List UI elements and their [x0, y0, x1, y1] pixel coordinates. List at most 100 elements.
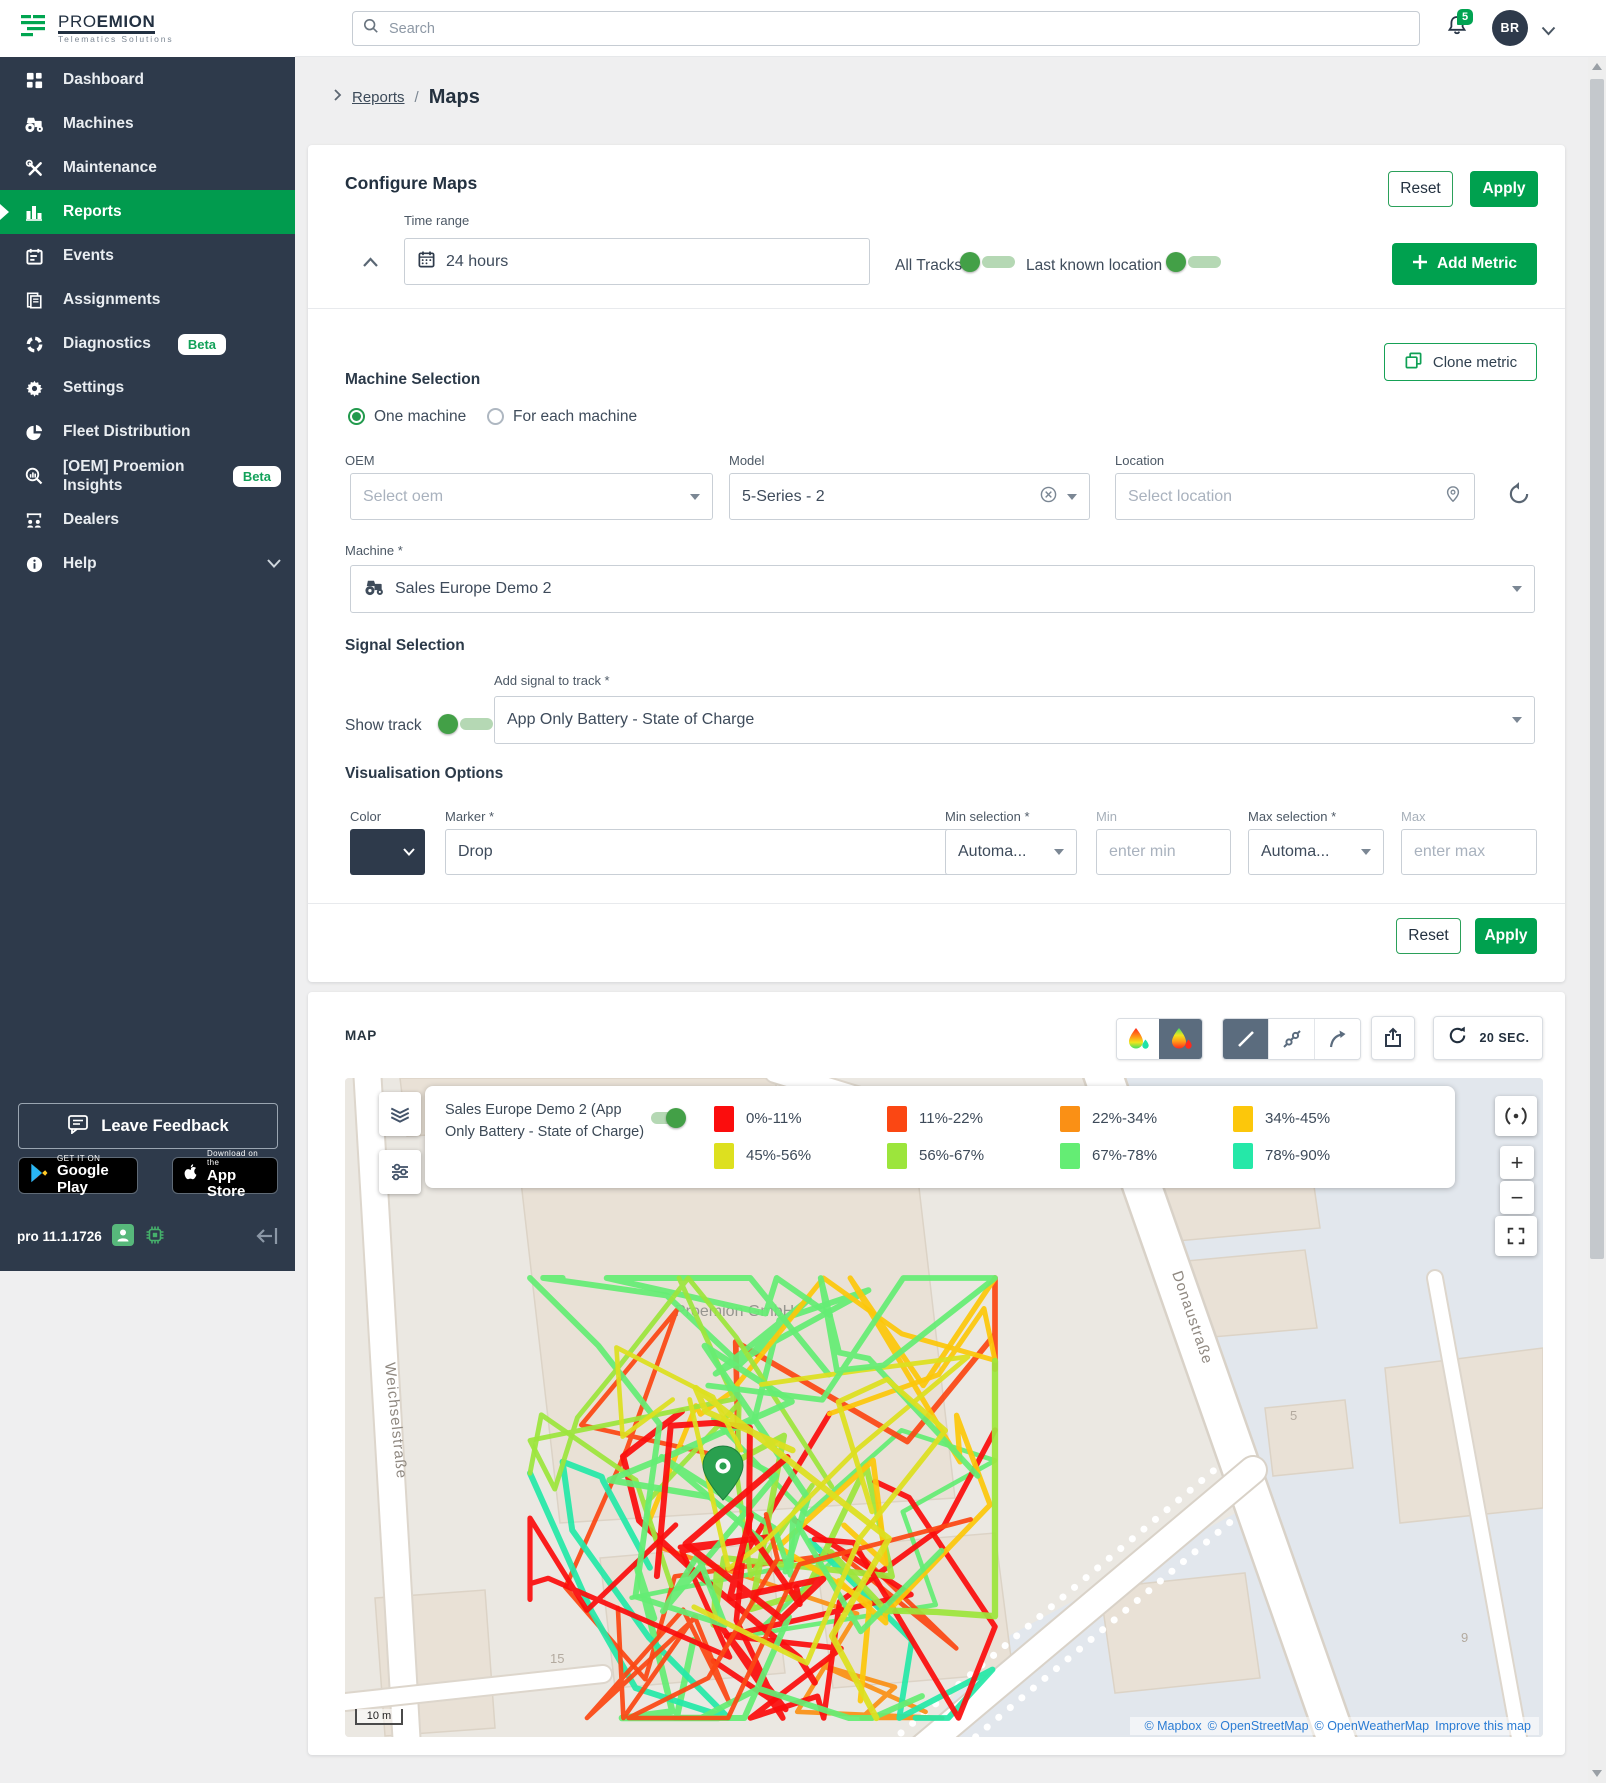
google-play-badge[interactable]: GET IT ONGoogle Play [18, 1157, 138, 1194]
version-label: pro 11.1.1726 [17, 1229, 102, 1244]
attribution-link[interactable]: © OpenWeatherMap [1315, 1719, 1430, 1733]
brand-logo[interactable]: PROEMION Telematics Solutions [0, 0, 295, 57]
insights-icon [22, 466, 46, 486]
chevron-down-icon [1054, 849, 1064, 855]
page-scrollbar[interactable] [1588, 57, 1606, 1783]
sidebar-item-fleet-distribution[interactable]: Fleet Distribution [0, 410, 295, 454]
chip-icon[interactable] [144, 1224, 166, 1249]
leave-feedback-button[interactable]: Leave Feedback [18, 1103, 278, 1149]
time-range-input[interactable]: 24 hours [404, 238, 870, 285]
map-legend: Sales Europe Demo 2 (App Only Battery - … [425, 1086, 1455, 1188]
export-map-button[interactable] [1371, 1016, 1415, 1060]
signal-select[interactable]: App Only Battery - State of Charge [494, 696, 1535, 744]
max-selection-select[interactable]: Automa... [1248, 829, 1384, 875]
sidebar-item-dealers[interactable]: Dealers [0, 498, 295, 542]
apply-button-top[interactable]: Apply [1470, 171, 1538, 207]
map-layers-button[interactable] [379, 1092, 421, 1136]
improve-this-map-link[interactable]: Improve this map [1435, 1719, 1531, 1733]
attribution-link[interactable]: © OpenStreetMap [1208, 1719, 1309, 1733]
add-metric-button[interactable]: Add Metric [1392, 243, 1537, 285]
sidebar-item-maintenance[interactable]: Maintenance [0, 146, 295, 190]
model-select[interactable]: 5-Series - 2 [729, 473, 1090, 520]
refresh-interval-button[interactable]: 20 SEC. [1433, 1016, 1543, 1060]
max-input[interactable] [1401, 829, 1537, 875]
straight-line-button[interactable] [1223, 1019, 1268, 1059]
sidebar-item-oem-proemion-insights[interactable]: [OEM] Proemion InsightsBeta [0, 454, 295, 498]
account-chevron-down-icon[interactable] [1541, 23, 1556, 41]
avatar[interactable]: BR [1492, 10, 1528, 46]
min-selection-label: Min selection * [945, 809, 1030, 824]
legend-visibility-toggle[interactable] [649, 1108, 686, 1128]
zoom-out-button[interactable]: − [1500, 1181, 1534, 1214]
min-selection-select[interactable]: Automa... [945, 829, 1077, 875]
line-with-points-button[interactable] [1268, 1019, 1314, 1059]
zoom-in-button[interactable]: + [1500, 1146, 1534, 1179]
machine-label: Machine * [345, 543, 403, 558]
oem-select[interactable]: Select oem [350, 473, 713, 520]
collapse-section-icon[interactable] [362, 255, 379, 273]
clear-model-icon[interactable] [1040, 486, 1057, 508]
color-select[interactable] [350, 829, 425, 875]
color-drops-inverted-button[interactable] [1159, 1019, 1202, 1059]
reset-filters-icon[interactable] [1506, 481, 1532, 512]
breadcrumb: Reports / Maps [333, 86, 480, 109]
breadcrumb-reports-link[interactable]: Reports [352, 89, 405, 106]
beta-badge: Beta [233, 466, 281, 487]
fullscreen-button[interactable] [1495, 1216, 1537, 1256]
clone-metric-button[interactable]: Clone metric [1384, 343, 1537, 381]
machine-select[interactable]: Sales Europe Demo 2 [350, 565, 1535, 613]
beta-badge: Beta [178, 334, 226, 355]
user-icon[interactable] [112, 1224, 134, 1249]
sidebar-item-assignments[interactable]: Assignments [0, 278, 295, 322]
scroll-down-icon[interactable] [1592, 1770, 1602, 1777]
sidebar-item-settings[interactable]: Settings [0, 366, 295, 410]
radio-one-machine[interactable] [348, 408, 365, 425]
scrollbar-thumb[interactable] [1590, 79, 1604, 1259]
tractor-icon [363, 578, 385, 601]
search-box[interactable] [352, 11, 1420, 46]
legend-swatch [714, 1106, 734, 1132]
geolocate-button[interactable] [1495, 1096, 1537, 1136]
machine-value: Sales Europe Demo 2 [395, 580, 552, 598]
grid-icon [22, 71, 46, 90]
curved-arrow-button[interactable] [1314, 1019, 1360, 1059]
show-track-label: Show track [345, 717, 422, 735]
min-input[interactable] [1096, 829, 1231, 875]
collapse-sidebar-icon[interactable] [255, 1226, 279, 1251]
color-drops-normal-button[interactable] [1117, 1019, 1159, 1059]
marker-select[interactable]: Drop [445, 829, 1029, 875]
time-range-label: Time range [404, 213, 469, 228]
app-store-badge[interactable]: Download on theApp Store [172, 1157, 278, 1194]
house-number: 15 [550, 1651, 564, 1666]
map-canvas[interactable]: Donaustraße Weichselstraße Proemion GmbH… [345, 1078, 1543, 1737]
location-placeholder: Select location [1128, 488, 1232, 506]
attribution-link[interactable]: © Mapbox [1144, 1719, 1201, 1733]
legend-range: 67%-78% [1092, 1147, 1157, 1164]
legend-range: 22%-34% [1092, 1110, 1157, 1127]
sidebar-item-help[interactable]: Help [0, 542, 295, 586]
oem-label: OEM [345, 453, 375, 468]
sidebar-item-label: Help [63, 555, 97, 573]
version-row: pro 11.1.1726 [17, 1224, 166, 1249]
topbar: 5 BR [295, 0, 1606, 57]
reset-button-bottom[interactable]: Reset [1396, 918, 1461, 954]
notifications-button[interactable]: 5 [1445, 13, 1475, 45]
apply-button-bottom[interactable]: Apply [1475, 918, 1537, 954]
sidebar-item-events[interactable]: Events [0, 234, 295, 278]
sidebar-item-diagnostics[interactable]: DiagnosticsBeta [0, 322, 295, 366]
max-selection-label: Max selection * [1248, 809, 1336, 824]
sidebar-item-dashboard[interactable]: Dashboard [0, 58, 295, 102]
chevron-down-icon [1512, 717, 1522, 723]
sidebar-item-machines[interactable]: Machines [0, 102, 295, 146]
radio-for-each-machine[interactable] [487, 408, 504, 425]
search-input[interactable] [387, 20, 1409, 38]
sidebar-item-reports[interactable]: Reports [0, 190, 295, 234]
chevron-down-icon [1067, 494, 1077, 500]
scroll-up-icon[interactable] [1592, 63, 1602, 70]
legend-range: 34%-45% [1265, 1110, 1330, 1127]
legend-swatch [1060, 1106, 1080, 1132]
reset-button-top[interactable]: Reset [1388, 171, 1453, 207]
map-settings-sliders-button[interactable] [379, 1150, 421, 1194]
marker-color-mode-group [1116, 1018, 1203, 1060]
location-select[interactable]: Select location [1115, 473, 1475, 520]
